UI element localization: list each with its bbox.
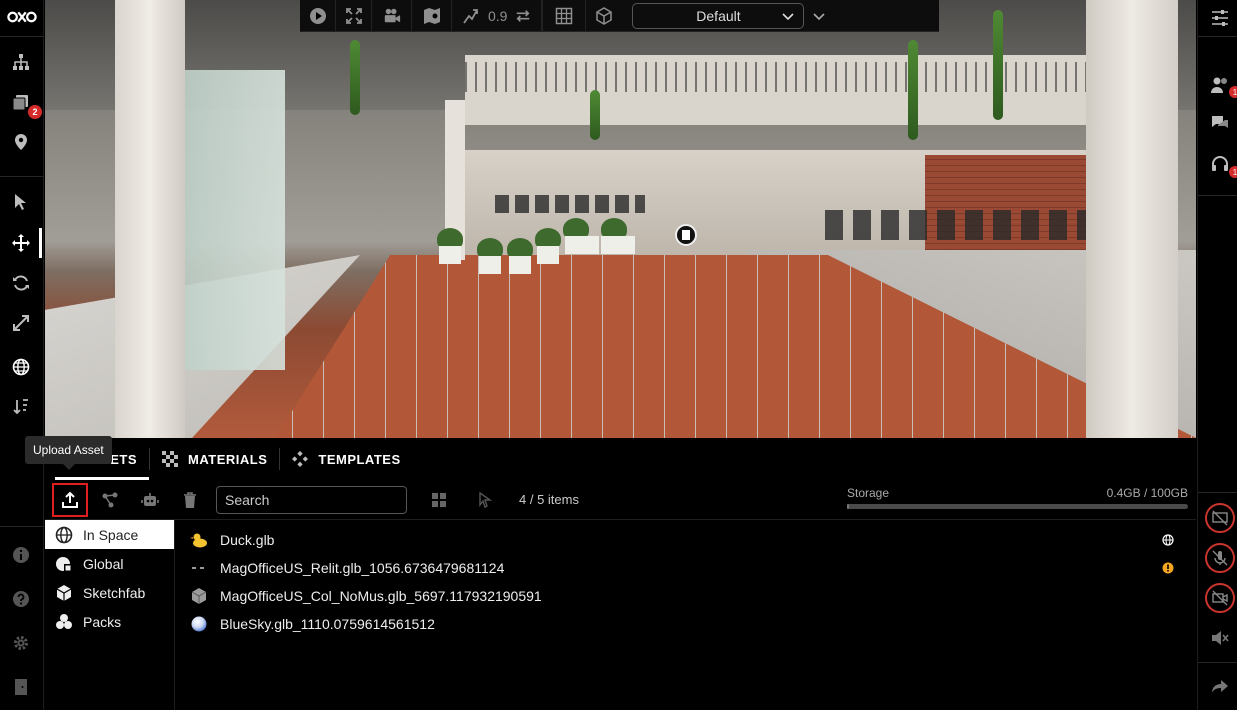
duck-icon (190, 531, 208, 549)
list-item[interactable]: MagOfficeUS_Relit.glb_1056.6736479681124 (176, 554, 1196, 582)
bot-button[interactable] (132, 483, 168, 517)
cube-icon (190, 587, 208, 605)
cube-icon[interactable] (586, 0, 622, 32)
sidebar-item-sketchfab[interactable]: Sketchfab (45, 578, 174, 607)
headphones-badge: 1 (1229, 166, 1237, 178)
swap-arrows-icon[interactable] (515, 8, 531, 24)
grid-view-icon (432, 492, 446, 507)
globe-icon[interactable] (10, 356, 32, 378)
speed-value: 0.9 (488, 7, 508, 24)
delete-button[interactable] (172, 483, 208, 517)
camera-icon[interactable] (372, 0, 412, 32)
rotate-icon[interactable] (10, 272, 32, 294)
speed-icon[interactable] (462, 7, 480, 25)
trash-icon (184, 491, 196, 508)
tab-materials[interactable]: MATERIALS (150, 438, 279, 480)
help-icon[interactable] (10, 588, 32, 610)
environment-select[interactable]: Default (632, 2, 805, 29)
asset-tabs: ETS MATERIALS TEMPLATES (45, 438, 1196, 480)
checker-icon (162, 451, 178, 467)
dash-icon (190, 559, 208, 577)
users-badge: 1 (1229, 86, 1237, 98)
tab-templates[interactable]: TEMPLATES (280, 438, 412, 480)
asset-list: Duck.glb MagOfficeUS_Relit.glb_1056.6736… (176, 526, 1196, 638)
headphones-icon[interactable] (1209, 153, 1231, 175)
gear-icon[interactable] (10, 632, 32, 654)
hierarchy-icon[interactable] (10, 51, 32, 73)
search-input[interactable] (225, 491, 406, 508)
asset-toolbar: 4 / 5 items Storage 0.4GB / 100GB (45, 480, 1196, 520)
storage-value: 0.4GB / 100GB (1106, 486, 1188, 500)
items-count: 4 / 5 items (519, 492, 579, 507)
grid-view-button[interactable] (421, 483, 457, 517)
sphere-icon (190, 615, 208, 633)
sidebar-item-in-space[interactable]: In Space (45, 520, 174, 549)
microphone-off-icon[interactable] (1205, 543, 1235, 573)
3d-viewport[interactable] (45, 0, 1196, 438)
node-graph-icon (102, 492, 118, 507)
upload-asset-tooltip: Upload Asset (25, 436, 112, 470)
move-arrows-icon[interactable] (10, 232, 32, 254)
cursor-arrow-icon[interactable] (10, 191, 32, 213)
storage-fill (847, 504, 849, 509)
warning-icon (1162, 562, 1174, 574)
viewport-toolbar: 0.9 Default (300, 0, 939, 32)
asset-panel: ETS MATERIALS TEMPLATES Search 4 / 5 ite… (45, 438, 1196, 710)
list-item[interactable]: BlueSky.glb_1110.0759614561512 (176, 610, 1196, 638)
upload-asset-button[interactable] (52, 482, 88, 517)
pointer-icon (479, 491, 493, 508)
storage-label: Storage (847, 486, 890, 500)
screen-share-off-icon[interactable] (1205, 503, 1235, 533)
global-library-icon (56, 556, 72, 572)
exit-door-icon[interactable] (10, 676, 32, 698)
toolbar-collapse-chevron-icon[interactable] (804, 9, 834, 23)
list-item[interactable]: Duck.glb (176, 526, 1196, 554)
templates-icon (292, 451, 309, 467)
oko-logo (6, 6, 38, 28)
scale-arrows-icon[interactable] (10, 312, 32, 334)
share-arrow-icon[interactable] (1209, 676, 1231, 698)
storage-bar (847, 504, 1188, 509)
sort-icon[interactable] (10, 396, 32, 418)
library-badge: 2 (28, 105, 42, 119)
sidebar-item-packs[interactable]: Packs (45, 607, 174, 636)
robot-icon (141, 492, 159, 506)
fullscreen-icon[interactable] (336, 0, 372, 32)
asset-source-sidebar: In Space Global Sketchfab Packs (45, 520, 175, 710)
upload-icon (62, 491, 78, 508)
globe-icon (55, 526, 73, 543)
list-item[interactable]: MagOfficeUS_Col_NoMus.glb_5697.117932190… (176, 582, 1196, 610)
left-rail: 2 (0, 0, 44, 710)
globe-icon (1162, 534, 1174, 546)
select-mode-button[interactable] (467, 483, 503, 517)
chevron-down-icon (782, 12, 795, 20)
sketchfab-icon (56, 584, 72, 601)
camera-off-icon[interactable] (1205, 583, 1235, 613)
grid-icon[interactable] (542, 0, 587, 32)
scene-object-marker[interactable] (675, 224, 697, 246)
active-tool-indicator (39, 228, 42, 258)
sliders-icon[interactable] (1209, 7, 1231, 29)
map-pin-icon[interactable] (412, 0, 452, 32)
sidebar-item-global[interactable]: Global (45, 549, 174, 578)
packs-icon (56, 613, 72, 629)
right-rail: 1 1 (1197, 0, 1237, 710)
play-icon[interactable] (300, 0, 336, 32)
users-icon[interactable] (1209, 74, 1231, 96)
location-pin-icon[interactable] (10, 131, 32, 153)
chat-icon[interactable] (1209, 112, 1231, 134)
node-graph-button[interactable] (92, 483, 128, 517)
storage-meter: Storage 0.4GB / 100GB (847, 486, 1188, 509)
info-icon[interactable] (10, 544, 32, 566)
speaker-muted-icon[interactable] (1209, 627, 1231, 649)
search-field[interactable] (216, 485, 407, 514)
